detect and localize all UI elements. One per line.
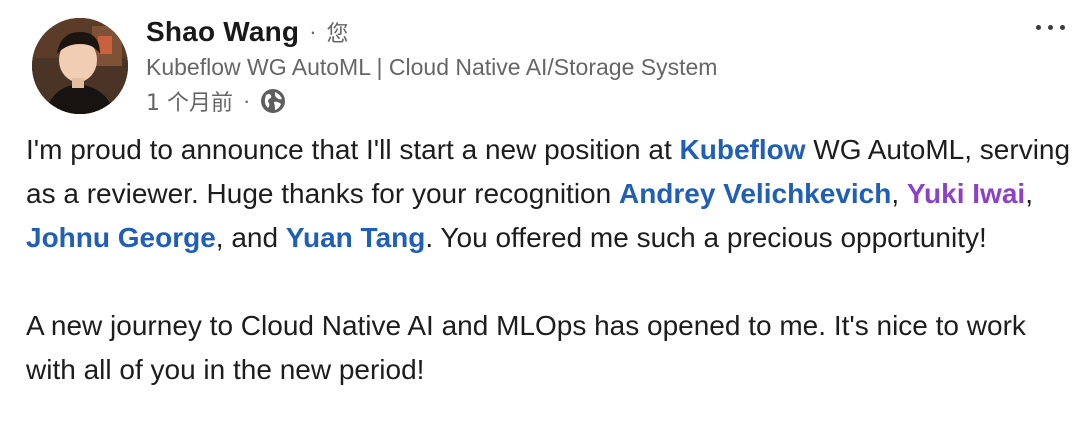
post-meta: 1 个月前 · [146, 85, 1032, 117]
mention-link-andrey-velichkevich[interactable]: Andrey Velichkevich [619, 178, 891, 209]
post-text: . You offered me such a precious opportu… [425, 222, 987, 253]
more-dot [1035, 24, 1041, 30]
more-options-button[interactable] [1030, 14, 1070, 40]
more-dot [1047, 24, 1053, 30]
post-paragraph: A new journey to Cloud Native AI and MLO… [26, 310, 1026, 385]
feed-post: Shao Wang · 您 Kubeflow WG AutoML | Cloud… [0, 0, 1092, 440]
separator-dot: · [309, 19, 317, 44]
mention-link-yuki-iwai[interactable]: Yuki Iwai [907, 178, 1025, 209]
mention-link-yuan-tang[interactable]: Yuan Tang [286, 222, 426, 253]
post-body: I'm proud to announce that I'll start a … [26, 128, 1072, 392]
avatar[interactable] [32, 18, 128, 114]
author-headline: Kubeflow WG AutoML | Cloud Native AI/Sto… [146, 54, 718, 80]
mention-link-johnu-george[interactable]: Johnu George [26, 222, 216, 253]
author-row: Shao Wang · 您 [146, 14, 1032, 50]
separator-dot: · [243, 88, 251, 113]
post-header: Shao Wang · 您 Kubeflow WG AutoML | Cloud… [146, 14, 1032, 117]
mention-link-kubeflow[interactable]: Kubeflow [680, 134, 806, 165]
post-text: , [1025, 178, 1033, 209]
post-text: , and [215, 222, 286, 253]
globe-icon [260, 88, 286, 114]
connection-degree: 您 [326, 22, 349, 47]
post-paragraph: I'm proud to announce that I'll start a … [26, 128, 1072, 260]
post-text: I'm proud to announce that I'll start a … [26, 134, 680, 165]
post-text: , [891, 178, 907, 209]
more-dot [1059, 24, 1065, 30]
author-name[interactable]: Shao Wang [146, 16, 299, 48]
post-timestamp[interactable]: 1 个月前 [146, 85, 233, 117]
